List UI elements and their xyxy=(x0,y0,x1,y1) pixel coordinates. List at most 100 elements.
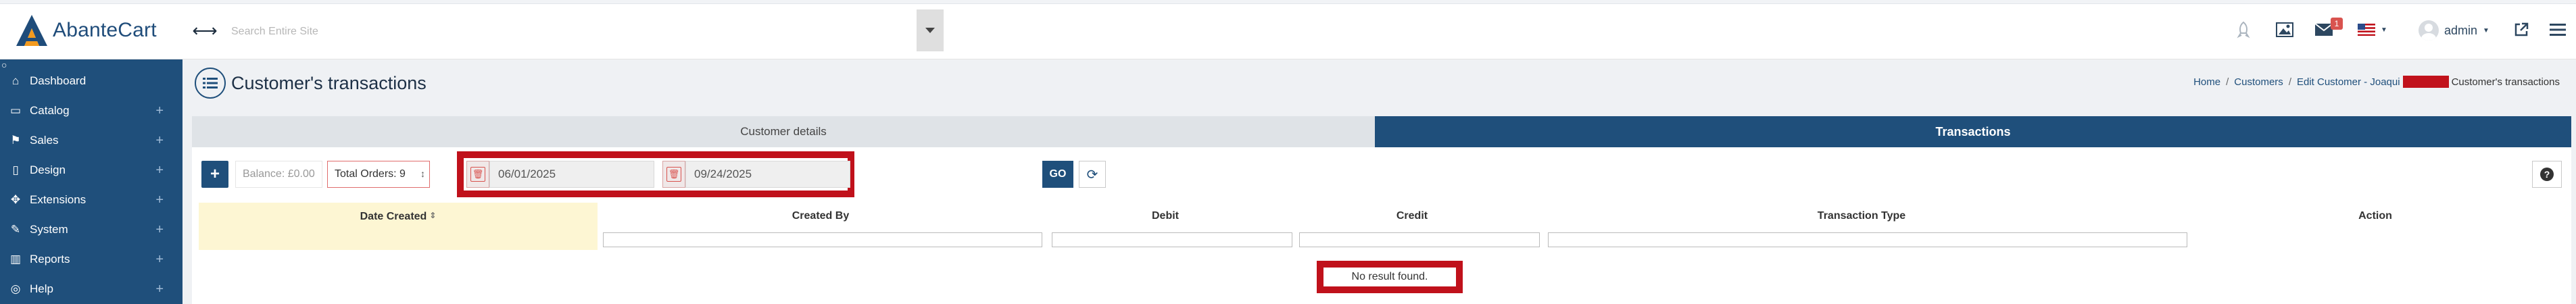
top-strip xyxy=(0,0,2576,4)
caret-down-icon: ▼ xyxy=(2483,26,2489,34)
flag-us-icon xyxy=(2358,24,2376,36)
breadcrumb-home[interactable]: Home xyxy=(2193,76,2220,88)
expand-plus-icon[interactable]: + xyxy=(155,252,164,268)
redaction-block xyxy=(2402,76,2449,88)
go-button[interactable]: GO xyxy=(1042,161,1073,188)
column-header-transaction-type[interactable]: Transaction Type xyxy=(1537,203,2186,230)
date-to-group: 🗑 09/24/2025 xyxy=(662,161,850,188)
sort-icon[interactable]: ↕ xyxy=(420,168,425,179)
column-header-created-by[interactable]: Created By xyxy=(598,203,1044,230)
main-content: Customer's transactions Home / Customers… xyxy=(183,59,2576,304)
sidebar-item-help[interactable]: ◎ Help + xyxy=(0,274,183,304)
refresh-icon: ⟳ xyxy=(1086,167,1098,182)
trash-icon: 🗑 xyxy=(666,167,681,182)
top-bar: AbanteCart ⟷ 1 ▼ admin ▼ xyxy=(0,0,2576,59)
sort-icon: ⇕ xyxy=(429,211,437,220)
breadcrumb-separator: / xyxy=(2288,76,2291,88)
svg-text:?: ? xyxy=(2544,169,2550,180)
sidebar-item-catalog[interactable]: ▭ Catalog + xyxy=(0,96,183,126)
sidebar-item-design[interactable]: ▯ Design + xyxy=(0,155,183,185)
flag-icon: ⚑ xyxy=(10,134,21,147)
abantecart-logo-icon xyxy=(16,15,47,46)
search-input[interactable] xyxy=(230,12,919,51)
expand-plus-icon[interactable]: + xyxy=(155,103,164,119)
trash-icon: 🗑 xyxy=(470,167,485,182)
logo[interactable]: AbanteCart xyxy=(14,14,157,47)
no-result-message: No result found. xyxy=(1317,261,1463,293)
life-ring-icon: ◎ xyxy=(10,282,21,295)
sidebar-item-sales[interactable]: ⚑ Sales + xyxy=(0,126,183,155)
search-dropdown-button[interactable] xyxy=(917,9,944,51)
filter-transaction-type-input[interactable] xyxy=(1548,232,2187,247)
column-header-action: Action xyxy=(2358,210,2392,222)
breadcrumb: Home / Customers / Edit Customer - Joaqu… xyxy=(2193,76,2560,88)
add-transaction-button[interactable]: + xyxy=(201,161,228,188)
sidebar-item-dashboard[interactable]: ⌂ Dashboard xyxy=(0,66,183,96)
balance-display: Balance: £0.00 xyxy=(235,161,322,188)
rocket-icon[interactable] xyxy=(2232,18,2255,42)
folder-icon: ▭ xyxy=(9,104,22,117)
clear-date-to-button[interactable]: 🗑 xyxy=(662,161,685,188)
file-icon: ▯ xyxy=(12,163,19,176)
sidebar-item-label: Dashboard xyxy=(30,74,87,87)
breadcrumb-customers[interactable]: Customers xyxy=(2234,76,2283,88)
filter-debit-input[interactable] xyxy=(1052,232,1292,247)
tab-transactions[interactable]: Transactions xyxy=(1375,116,2571,147)
column-header-credit[interactable]: Credit xyxy=(1287,203,1537,230)
expand-plus-icon[interactable]: + xyxy=(155,193,164,208)
question-icon: ? xyxy=(2540,168,2554,181)
total-orders-display: Total Orders: 9 ↕ xyxy=(327,161,430,188)
sidebar-item-label: Sales xyxy=(30,134,59,147)
list-icon xyxy=(195,68,226,99)
notification-badge: 1 xyxy=(2331,18,2343,30)
expand-plus-icon[interactable]: + xyxy=(155,133,164,149)
sidebar: ○ ⌂ Dashboard ▭ Catalog + ⚑ Sales + ▯ De… xyxy=(0,59,183,304)
bar-chart-icon: ▥ xyxy=(9,253,22,265)
expand-plus-icon[interactable]: + xyxy=(155,163,164,178)
hamburger-icon[interactable] xyxy=(2546,18,2570,42)
expand-plus-icon[interactable]: + xyxy=(155,222,164,238)
breadcrumb-current: Customer's transactions xyxy=(2451,76,2560,88)
transactions-table: Date Created ⇕ Created By Debit Credit T… xyxy=(199,203,2565,304)
sidebar-item-system[interactable]: ✎ System + xyxy=(0,215,183,245)
caret-down-icon xyxy=(925,28,935,33)
date-to-input[interactable]: 09/24/2025 xyxy=(685,161,850,188)
expand-plus-icon[interactable]: + xyxy=(155,282,164,297)
page-title: Customer's transactions xyxy=(231,72,427,93)
total-orders-label: Total Orders: 9 xyxy=(335,168,406,180)
clear-date-from-button[interactable]: 🗑 xyxy=(466,161,489,188)
sidebar-item-extensions[interactable]: ✥ Extensions + xyxy=(0,185,183,215)
language-selector[interactable]: ▼ xyxy=(2356,18,2389,42)
sidebar-item-label: Design xyxy=(30,163,66,176)
sidebar-item-label: Reports xyxy=(30,253,70,265)
refresh-button[interactable]: ⟳ xyxy=(1079,161,1106,188)
wrench-icon: ✎ xyxy=(10,223,21,236)
empty-table-row: No result found. xyxy=(199,250,2565,304)
breadcrumb-edit-customer[interactable]: Edit Customer - Joaqui xyxy=(2297,76,2400,88)
admin-user-menu[interactable]: admin ▼ xyxy=(2419,19,2489,42)
logo-text: AbanteCart xyxy=(53,19,157,41)
sidebar-item-label: Catalog xyxy=(30,104,70,117)
page-header: Customer's transactions xyxy=(195,62,427,104)
sidebar-item-label: Help xyxy=(30,282,53,295)
date-from-input[interactable]: 06/01/2025 xyxy=(489,161,654,188)
sidebar-item-reports[interactable]: ▥ Reports + xyxy=(0,245,183,274)
help-button[interactable]: ? xyxy=(2532,161,2562,188)
breadcrumb-separator: / xyxy=(2226,76,2229,88)
column-header-label: Date Created xyxy=(360,211,427,222)
tab-customer-details[interactable]: Customer details xyxy=(192,116,1375,147)
home-icon: ⌂ xyxy=(11,74,20,87)
date-from-group: 🗑 06/01/2025 xyxy=(466,161,654,188)
user-name: admin xyxy=(2444,23,2478,37)
image-icon[interactable] xyxy=(2273,18,2297,42)
sidebar-item-label: Extensions xyxy=(30,193,87,206)
column-header-date-created[interactable]: Date Created ⇕ xyxy=(199,203,598,250)
transactions-panel: Customer details Transactions + Balance:… xyxy=(192,116,2571,304)
avatar-icon xyxy=(2419,20,2439,41)
collapse-arrows-icon[interactable]: ⟷ xyxy=(191,20,218,41)
external-link-icon[interactable] xyxy=(2509,18,2533,42)
sidebar-item-label: System xyxy=(30,223,68,236)
filter-credit-input[interactable] xyxy=(1299,232,1540,247)
filter-created-by-input[interactable] xyxy=(603,232,1042,247)
column-header-debit[interactable]: Debit xyxy=(1044,203,1287,230)
